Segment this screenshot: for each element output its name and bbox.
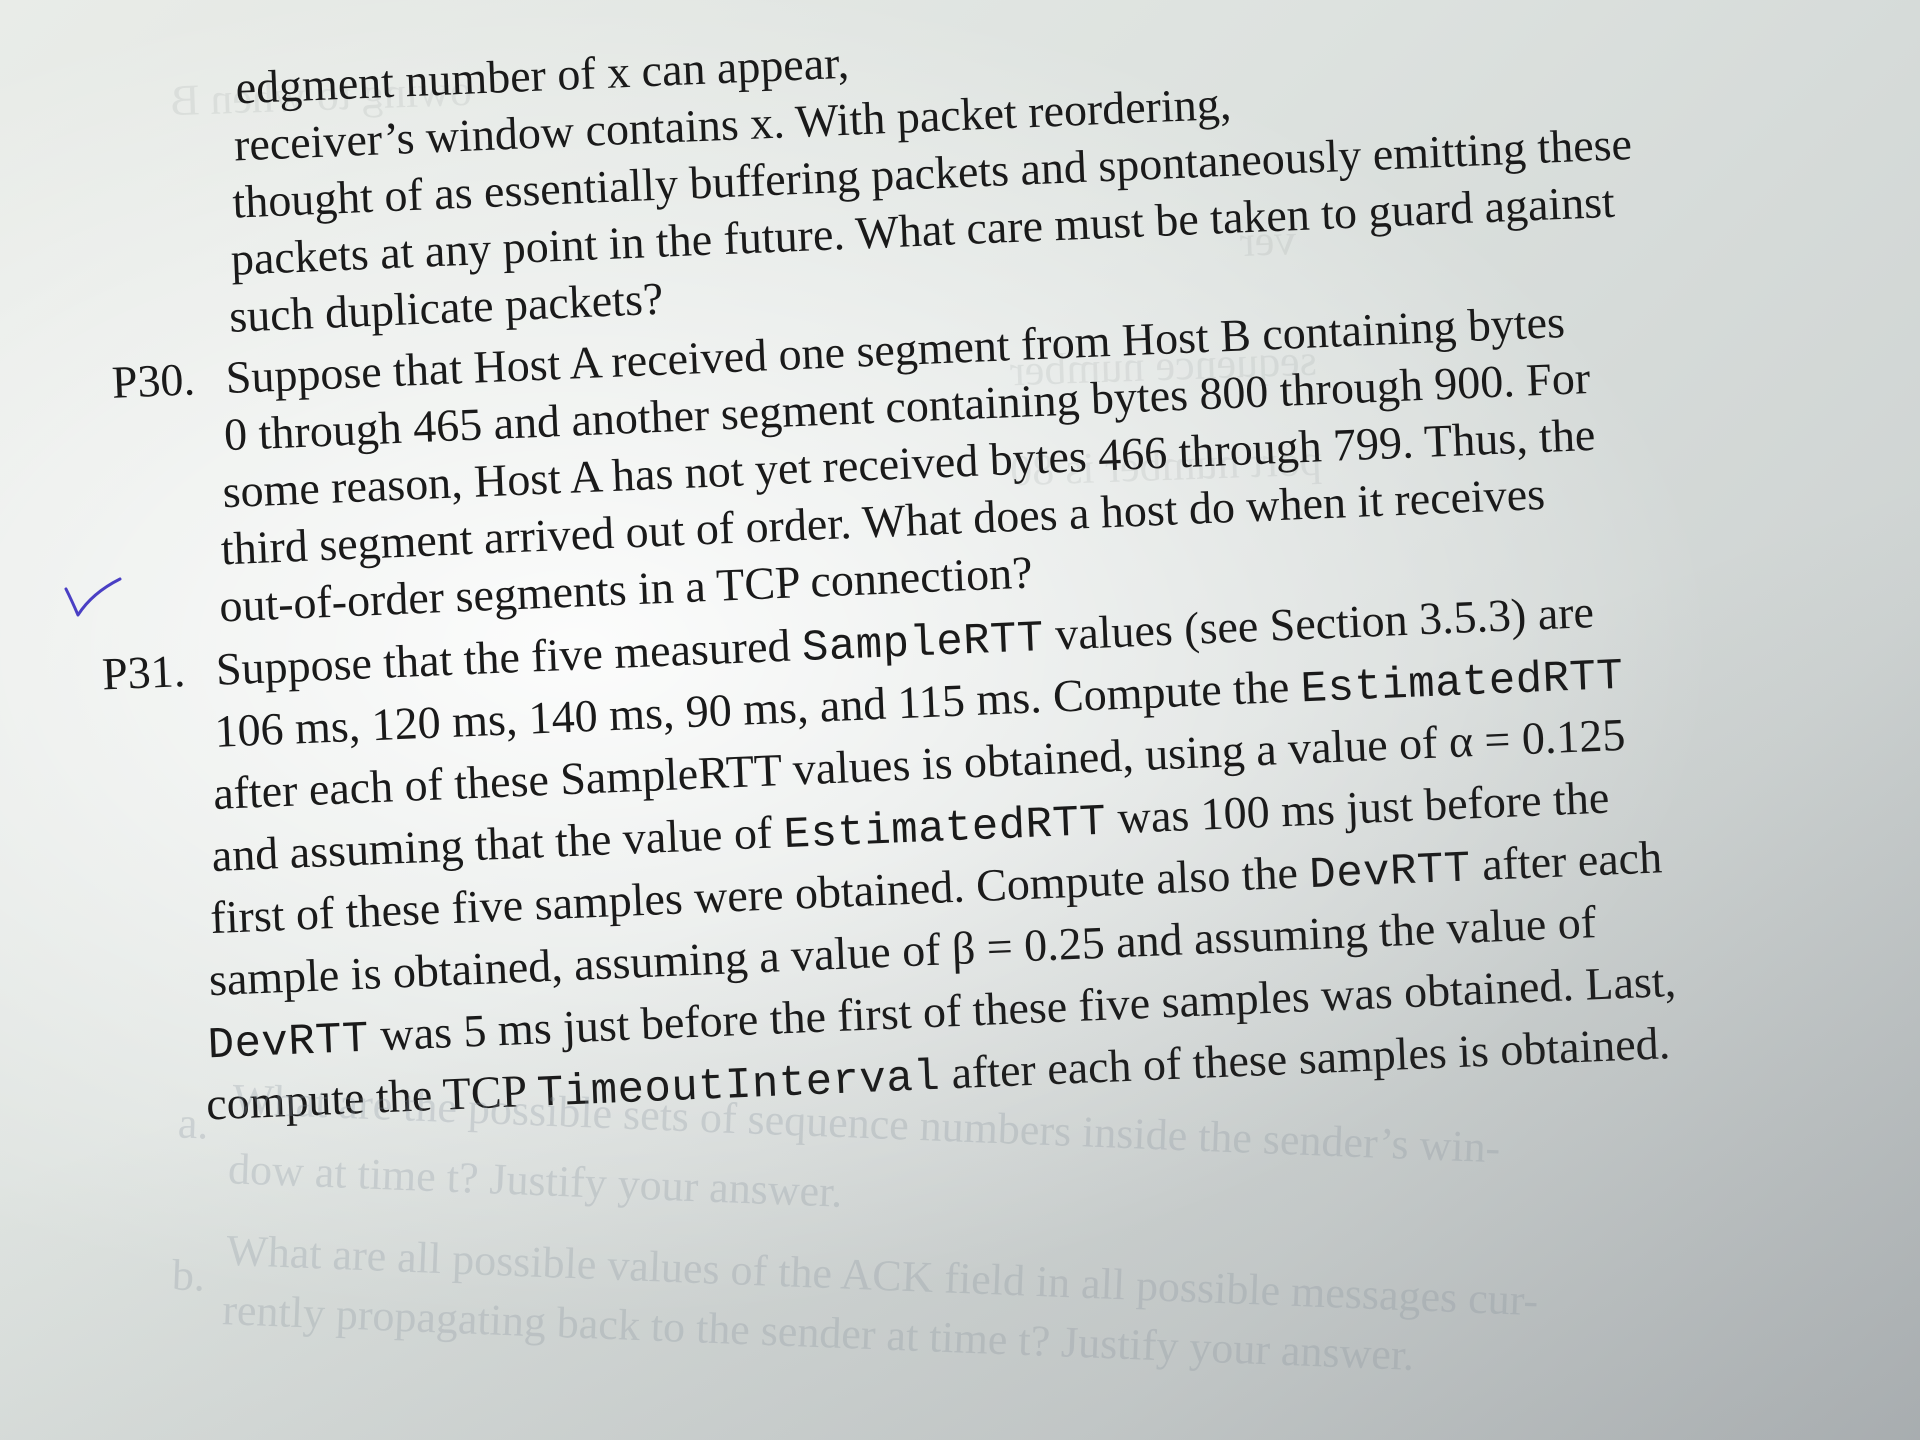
code-devrtt: DevRTT bbox=[206, 1014, 371, 1072]
textbook-page-photo: owing to when B ver sequence number port… bbox=[0, 0, 1920, 1440]
code-samplertt: SampleRTT bbox=[800, 614, 1045, 675]
problem-number-p30: P30. bbox=[110, 353, 196, 408]
code-devrtt: DevRTT bbox=[1308, 844, 1472, 902]
p31-text: after each bbox=[1469, 831, 1663, 891]
code-estimatedrtt: EstimatedRTT bbox=[782, 797, 1108, 862]
prev-problem-line: such duplicate packets? bbox=[228, 272, 665, 342]
p31-text: Suppose that the five measured bbox=[214, 619, 803, 695]
check-mark-icon bbox=[64, 577, 122, 617]
problem-number-p31: P31. bbox=[101, 645, 187, 700]
faded-subq-b-label: b. bbox=[171, 1250, 206, 1301]
p31-text: was 100 ms just before the bbox=[1105, 771, 1611, 844]
p31-text: and assuming that the value of bbox=[210, 806, 785, 882]
p31-text: values (see Section 3.5.3) are bbox=[1042, 586, 1595, 661]
page-text-block: edgment number of x can appear, receiver… bbox=[0, 0, 1920, 1440]
faded-subq-a-label: a. bbox=[177, 1098, 210, 1149]
code-estimatedrtt: EstimatedRTT bbox=[1299, 651, 1625, 716]
